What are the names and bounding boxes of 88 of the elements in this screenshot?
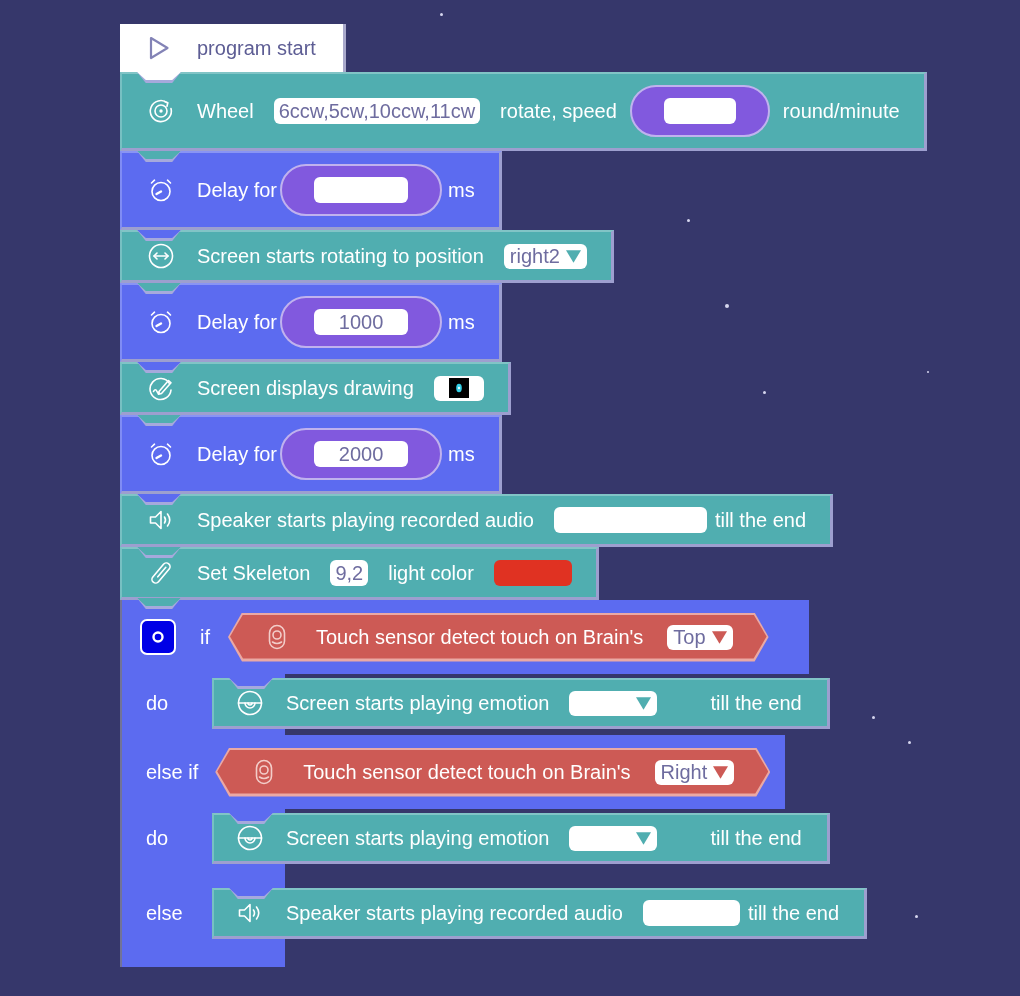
speaker-block[interactable]: Speaker starts playing recorded audio till the end: [212, 888, 868, 939]
eye-circle-icon: [237, 825, 263, 851]
input-field[interactable]: [642, 900, 740, 926]
input-field[interactable]: 6ccw,5cw,10ccw,11cw: [273, 98, 481, 124]
double-arrow-circle-icon: [148, 243, 174, 269]
dropdown[interactable]: [569, 690, 658, 716]
block-label: do: [146, 827, 170, 850]
block-label: Touch sensor detect touch on Brain's: [303, 760, 631, 784]
delay-block[interactable]: Delay for 1000 ms: [120, 283, 502, 362]
star-dot-icon: [763, 391, 766, 394]
touch-sensor-icon: [268, 624, 286, 650]
block-label: Speaker starts playing recorded audio: [197, 508, 534, 532]
number-field[interactable]: 1000: [314, 309, 409, 335]
block-label: ms: [448, 310, 475, 334]
block-label: light color: [388, 561, 474, 585]
screen-drawing-block[interactable]: Screen displays drawing: [120, 362, 511, 415]
touch-condition-block[interactable]: Touch sensor detect touch on Brain's Right: [215, 747, 771, 797]
block-label: till the end: [747, 901, 840, 925]
paperclip-icon: [148, 560, 174, 586]
block-label: round/minute: [782, 99, 900, 123]
block-label: Set Skeleton: [197, 561, 311, 585]
block-label: do: [146, 692, 170, 715]
number-block[interactable]: [629, 85, 770, 137]
pencil-circle-icon: [148, 375, 174, 401]
number-block[interactable]: [280, 164, 443, 216]
star-dot-icon: [440, 13, 443, 16]
wheel-block[interactable]: Wheel 6ccw,5cw,10ccw,11cw rotate, speed round/minute: [120, 72, 927, 151]
block-label: program start: [197, 36, 316, 60]
star-dot-icon: [687, 219, 690, 222]
block-label: Screen displays drawing: [197, 376, 414, 400]
star-dot-icon: [915, 915, 918, 918]
caret-icon[interactable]: [636, 696, 652, 710]
drawing-field[interactable]: [433, 375, 484, 401]
block-label: Screen starts playing emotion: [286, 826, 550, 850]
block-label: till the end: [710, 691, 802, 715]
input-field[interactable]: [553, 507, 707, 533]
number-block[interactable]: 2000: [280, 428, 443, 480]
caret-icon[interactable]: [636, 831, 652, 845]
caret-icon[interactable]: [713, 765, 729, 779]
block-label: else: [146, 902, 184, 925]
touch-sensor-icon: [255, 759, 274, 785]
block-label: Delay for: [197, 442, 278, 466]
star-dot-icon: [872, 716, 875, 719]
block-label: till the end: [714, 508, 807, 532]
block-label: if: [200, 625, 210, 649]
block-label: Speaker starts playing recorded audio: [286, 901, 623, 925]
block-label: Delay for: [197, 310, 278, 334]
screen-rotate-block[interactable]: Screen starts rotating to position right2: [120, 230, 614, 283]
eye-thumbnail-icon: [448, 378, 469, 398]
input-field[interactable]: 9,2: [330, 560, 369, 586]
dropdown[interactable]: Top: [667, 624, 733, 650]
program-start-block[interactable]: program start: [120, 24, 346, 72]
caret-icon[interactable]: [565, 249, 581, 263]
number-field[interactable]: [663, 98, 736, 124]
block-label: till the end: [710, 826, 802, 850]
stopwatch-icon: [148, 441, 174, 467]
ring-toggle-icon[interactable]: [140, 619, 176, 655]
block-label: Touch sensor detect touch on Brain's: [316, 625, 644, 649]
block-label: ms: [448, 442, 475, 466]
eye-circle-icon: [237, 690, 263, 716]
speaker-block[interactable]: Speaker starts playing recorded audio till the end: [120, 494, 834, 547]
block-label: Screen starts playing emotion: [286, 691, 550, 715]
color-swatch[interactable]: [493, 560, 572, 586]
number-block[interactable]: 1000: [280, 296, 443, 348]
dropdown[interactable]: Right: [654, 759, 735, 785]
dropdown[interactable]: [569, 825, 658, 851]
stopwatch-icon: [148, 177, 174, 203]
play-icon: [148, 35, 170, 61]
stopwatch-icon: [148, 309, 174, 335]
star-dot-icon: [908, 741, 911, 744]
block-label: Delay for: [197, 178, 278, 202]
emotion-block[interactable]: Screen starts playing emotion till the end: [212, 813, 830, 864]
block-label: ms: [448, 178, 475, 202]
dropdown[interactable]: right2: [503, 243, 587, 269]
number-field[interactable]: [314, 177, 409, 203]
emotion-block[interactable]: Screen starts playing emotion till the end: [212, 678, 830, 729]
light-color-block[interactable]: Set Skeleton 9,2 light color: [120, 547, 599, 600]
touch-condition-block[interactable]: Touch sensor detect touch on Brain's Top: [228, 612, 769, 662]
rotating-wheel-icon: [148, 98, 174, 124]
delay-block[interactable]: Delay for 2000 ms: [120, 415, 502, 494]
star-dot-icon: [725, 304, 729, 308]
delay-block[interactable]: Delay for ms: [120, 151, 502, 230]
block-label: Wheel: [197, 99, 254, 123]
block-label: Screen starts rotating to position: [197, 244, 484, 268]
caret-icon[interactable]: [711, 630, 727, 644]
number-field[interactable]: 2000: [314, 441, 409, 467]
block-label: else if: [146, 760, 199, 784]
block-label: rotate, speed: [500, 99, 617, 123]
